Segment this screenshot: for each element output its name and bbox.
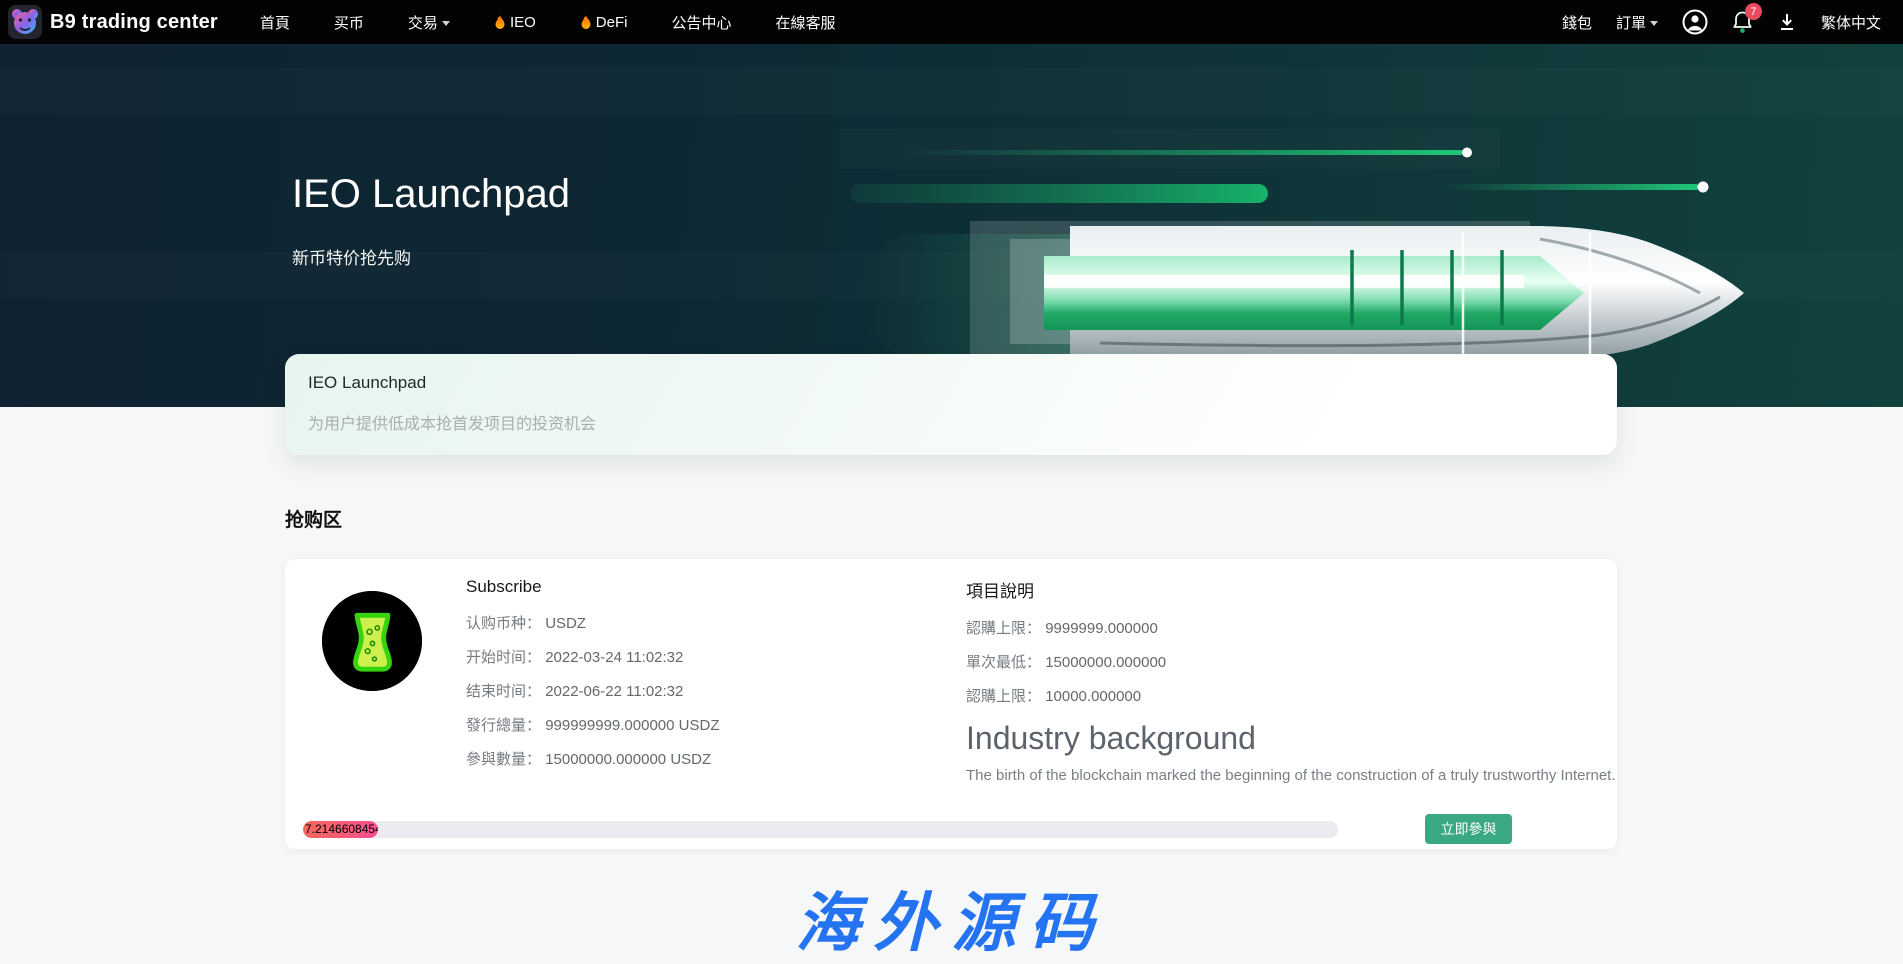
nav-item-orders[interactable]: 訂單	[1616, 12, 1658, 33]
nav-item-support[interactable]: 在線客服	[775, 12, 835, 33]
language-selector[interactable]: 繁体中文	[1821, 12, 1881, 33]
detail-row: 認購上限： 10000.000000	[966, 685, 1617, 706]
top-navbar: B9 trading center 首頁 买币 交易 IEO DeFi 公告中心…	[0, 0, 1903, 44]
user-avatar-icon	[1682, 9, 1708, 35]
industry-background-title: Industry background	[966, 720, 1617, 757]
project-coin-icon	[322, 591, 422, 691]
button-zone: 立即參與	[1338, 814, 1599, 844]
industry-background-text: The birth of the blockchain marked the b…	[966, 767, 1617, 784]
detail-row: 參與數量： 15000000.000000 USDZ	[466, 748, 720, 769]
nav-item-buy[interactable]: 买币	[334, 12, 364, 33]
detail-row: 开始时间： 2022-03-24 11:02:32	[466, 646, 720, 667]
nav-right: 錢包 訂單 7 繁体中文	[1562, 9, 1881, 35]
profile-button[interactable]	[1682, 9, 1708, 35]
notifications-button[interactable]: 7	[1732, 10, 1753, 34]
nav-menu: 首頁 买币 交易 IEO DeFi 公告中心 在線客服	[260, 12, 836, 33]
nav-item-ieo[interactable]: IEO	[494, 14, 536, 31]
notification-badge: 7	[1745, 3, 1762, 20]
hero-banner: IEO Launchpad 新币特价抢先购	[0, 44, 1903, 407]
intro-card-description: 为用户提供低成本抢首发项目的投资机会	[308, 410, 1594, 434]
detail-row: 结束时间： 2022-06-22 11:02:32	[466, 680, 720, 701]
detail-row: 认购币种： USDZ	[466, 612, 720, 633]
brand[interactable]: B9 trading center	[8, 5, 218, 39]
progress-fill: 7.2146608454	[303, 821, 378, 838]
watermark-text: 海外源码	[796, 872, 1108, 964]
intro-card: IEO Launchpad 为用户提供低成本抢首发项目的投资机会	[285, 354, 1617, 455]
nav-item-trade[interactable]: 交易	[408, 12, 450, 33]
progress-bar: 7.2146608454	[303, 821, 1338, 838]
detail-row: 認購上限： 9999999.000000	[966, 617, 1617, 638]
subscription-card: Subscribe 认购币种： USDZ 开始时间： 2022-03-24 11…	[285, 559, 1617, 849]
project-info-title: 項目說明	[966, 577, 1617, 602]
project-description: 項目說明 認購上限： 9999999.000000 單次最低： 15000000…	[966, 577, 1617, 784]
nav-item-home[interactable]: 首頁	[260, 12, 290, 33]
nav-item-defi[interactable]: DeFi	[580, 14, 628, 31]
hero-band	[0, 252, 1903, 298]
detail-row: 發行總量： 999999999.000000 USDZ	[466, 714, 720, 735]
section-heading: 抢购区	[285, 505, 1903, 532]
subscription-details: Subscribe 认购币种： USDZ 开始时间： 2022-03-24 11…	[466, 577, 720, 782]
detail-row: 單次最低： 15000000.000000	[966, 651, 1617, 672]
chevron-down-icon	[442, 21, 450, 26]
brand-name: B9 trading center	[50, 11, 218, 34]
flame-icon	[580, 15, 592, 30]
download-app-button[interactable]	[1777, 11, 1797, 33]
join-now-button[interactable]: 立即參與	[1425, 814, 1512, 844]
flame-icon	[494, 15, 506, 30]
brand-logo-icon	[8, 5, 42, 39]
subscription-title: Subscribe	[466, 577, 720, 597]
download-icon	[1777, 11, 1797, 33]
nav-item-announcements[interactable]: 公告中心	[671, 12, 731, 33]
hero-title: IEO Launchpad	[292, 172, 570, 217]
hero-band	[0, 68, 1903, 114]
progress-row: 7.2146608454 立即參與	[303, 814, 1599, 844]
chevron-down-icon	[1650, 21, 1658, 26]
intro-card-title: IEO Launchpad	[308, 373, 1594, 393]
hero-subtitle: 新币特价抢先购	[292, 244, 411, 269]
nav-item-wallet[interactable]: 錢包	[1562, 12, 1592, 33]
